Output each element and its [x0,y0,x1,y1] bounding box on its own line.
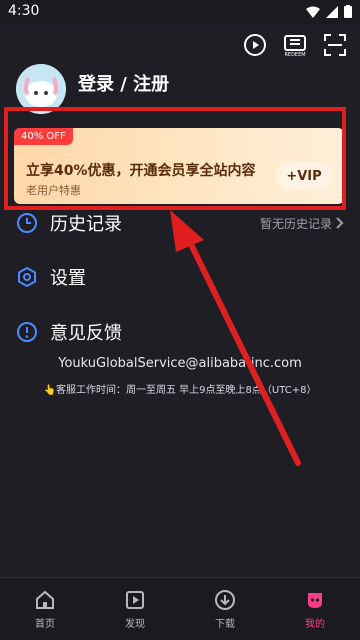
menu-item-label: 设置 [50,268,86,289]
nav-item-discover[interactable]: 发现 [90,578,180,640]
status-bar: 4:30 [0,0,360,24]
chevron-right-icon [336,217,344,229]
nav-label: 我的 [305,618,325,630]
login-register-link[interactable]: 登录 / 注册 [78,70,169,96]
nav-item-download[interactable]: 下载 [180,578,270,640]
status-time: 4:30 [8,3,40,19]
nav-label: 首页 [35,618,55,630]
menu-item-settings[interactable]: 设置 [16,261,344,293]
scan-icon[interactable] [322,32,348,58]
profile-icon [304,589,326,611]
discover-icon [124,589,146,611]
status-icons [306,5,352,18]
header-actions: REDEEM [242,32,348,58]
nav-label: 下载 [215,618,235,630]
menu-item-feedback[interactable]: 意见反馈 [16,316,344,348]
menu-item-history[interactable]: 历史记录 暂无历史记录 [16,207,344,239]
nav-label: 发现 [125,618,145,630]
nav-item-home[interactable]: 首页 [0,578,90,640]
video-history-icon[interactable] [242,32,268,58]
battery-icon [344,5,352,18]
clock-icon [16,212,38,234]
home-icon [34,589,56,611]
menu-item-label: 意见反馈 [50,323,122,344]
redeem-icon[interactable]: REDEEM [282,32,308,58]
settings-icon [16,266,38,288]
support-hours: 👆客服工作时间：周一至周五 早上9点至晚上8点（UTC+8） [43,385,317,396]
download-icon [214,589,236,611]
redeem-label: REDEEM [284,52,305,58]
feedback-icon [16,321,38,343]
history-empty-text: 暂无历史记录 [259,216,332,231]
support-email[interactable]: YoukuGlobalService@alibaba-inc.com [0,356,360,371]
history-empty-hint: 暂无历史记录 [260,215,344,232]
signal-icon [326,5,338,18]
bottom-nav: 首页 发现 下载 我的 [0,577,360,640]
menu-item-label: 历史记录 [50,214,122,235]
highlight-annotation-box [4,107,346,210]
nav-item-profile[interactable]: 我的 [270,578,360,640]
wifi-icon [306,6,320,18]
